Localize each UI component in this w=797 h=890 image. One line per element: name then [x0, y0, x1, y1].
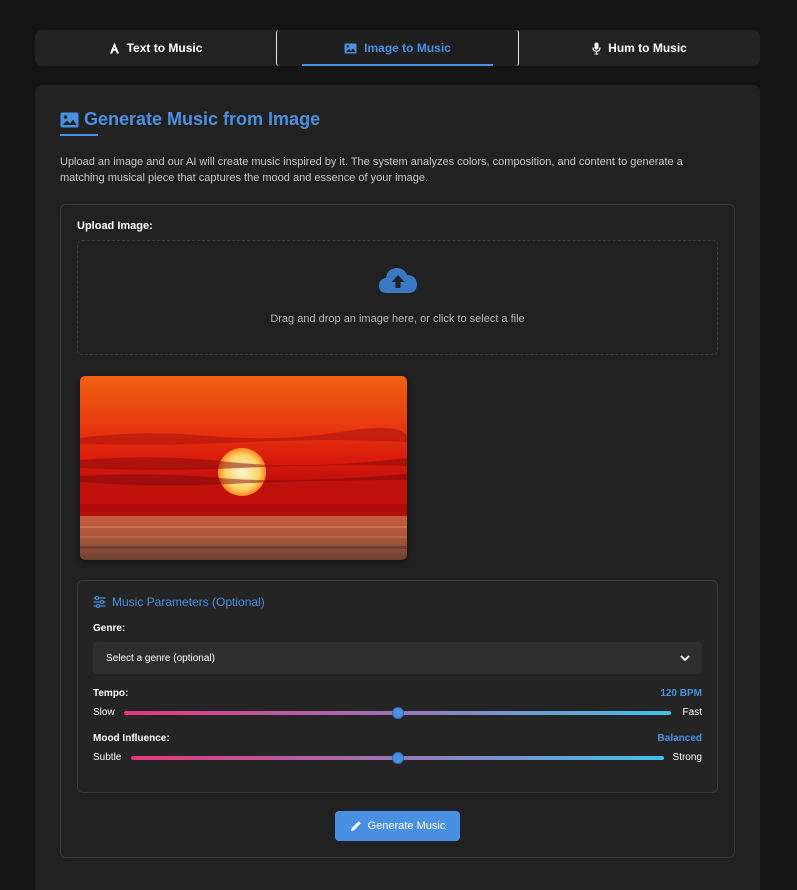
- chevron-down-icon: [680, 654, 690, 661]
- tab-label: Text to Music: [126, 41, 203, 55]
- params-title-text: Music Parameters (Optional): [112, 595, 265, 609]
- page-description: Upload an image and our AI will create m…: [60, 156, 683, 184]
- mood-max-label: Strong: [672, 752, 702, 763]
- cloud-upload-icon: [379, 267, 417, 293]
- upload-card: Upload Image: Drag and drop an image her…: [60, 204, 735, 858]
- params-title[interactable]: Music Parameters (Optional): [93, 595, 265, 609]
- tempo-value: 120 BPM: [660, 688, 702, 699]
- genre-label: Genre:: [93, 623, 126, 634]
- image-icon: [344, 43, 357, 53]
- image-icon: [60, 112, 79, 127]
- sliders-icon: [93, 596, 106, 608]
- pencil-icon: [350, 821, 361, 831]
- tempo-header: Tempo: 120 BPM: [93, 688, 702, 699]
- mode-tabs: Text to Music Image to Music Hum to Musi…: [35, 30, 760, 66]
- generate-button-label: Generate Music: [367, 820, 446, 832]
- tab-image-to-music[interactable]: Image to Music: [276, 30, 519, 66]
- image-to-music-panel: Generate Music from Image Upload an imag…: [35, 85, 760, 890]
- mood-min-label: Subtle: [93, 752, 122, 763]
- mood-slider-thumb[interactable]: [391, 752, 404, 764]
- tempo-slider-row: Slow Fast: [93, 706, 702, 720]
- tempo-slider-thumb[interactable]: [391, 707, 404, 719]
- mood-header: Mood Influence: Balanced: [93, 733, 702, 744]
- tempo-max-label: Fast: [682, 707, 702, 718]
- genre-select[interactable]: Select a genre (optional): [93, 642, 702, 674]
- uploaded-image-preview: [80, 376, 407, 560]
- title-underline: [60, 134, 98, 136]
- tab-text-to-music[interactable]: Text to Music: [35, 30, 276, 66]
- tab-label: Hum to Music: [608, 41, 687, 55]
- tempo-min-label: Slow: [93, 707, 115, 718]
- mood-slider[interactable]: [131, 752, 664, 764]
- genre-selected-value: Select a genre (optional): [106, 652, 215, 664]
- page-title-text: Generate Music from Image: [84, 109, 321, 129]
- mood-slider-row: Subtle Strong: [93, 751, 702, 765]
- generate-music-button[interactable]: Generate Music: [335, 811, 460, 841]
- font-icon: [109, 42, 119, 54]
- tempo-slider[interactable]: [124, 707, 671, 719]
- dropzone-text: Drag and drop an image here, or click to…: [270, 313, 525, 325]
- mood-value: Balanced: [657, 733, 702, 744]
- tempo-label: Tempo:: [93, 688, 129, 699]
- page-title: Generate Music from Image: [60, 109, 320, 130]
- tab-label: Image to Music: [364, 41, 451, 55]
- upload-label: Upload Image:: [77, 220, 153, 232]
- music-parameters-section: Music Parameters (Optional) Genre: Selec…: [77, 580, 718, 793]
- microphone-icon: [592, 42, 601, 54]
- image-dropzone[interactable]: Drag and drop an image here, or click to…: [77, 240, 718, 355]
- tab-hum-to-music[interactable]: Hum to Music: [519, 30, 760, 66]
- mood-label: Mood Influence:: [93, 733, 170, 744]
- sunset-image: [80, 376, 407, 560]
